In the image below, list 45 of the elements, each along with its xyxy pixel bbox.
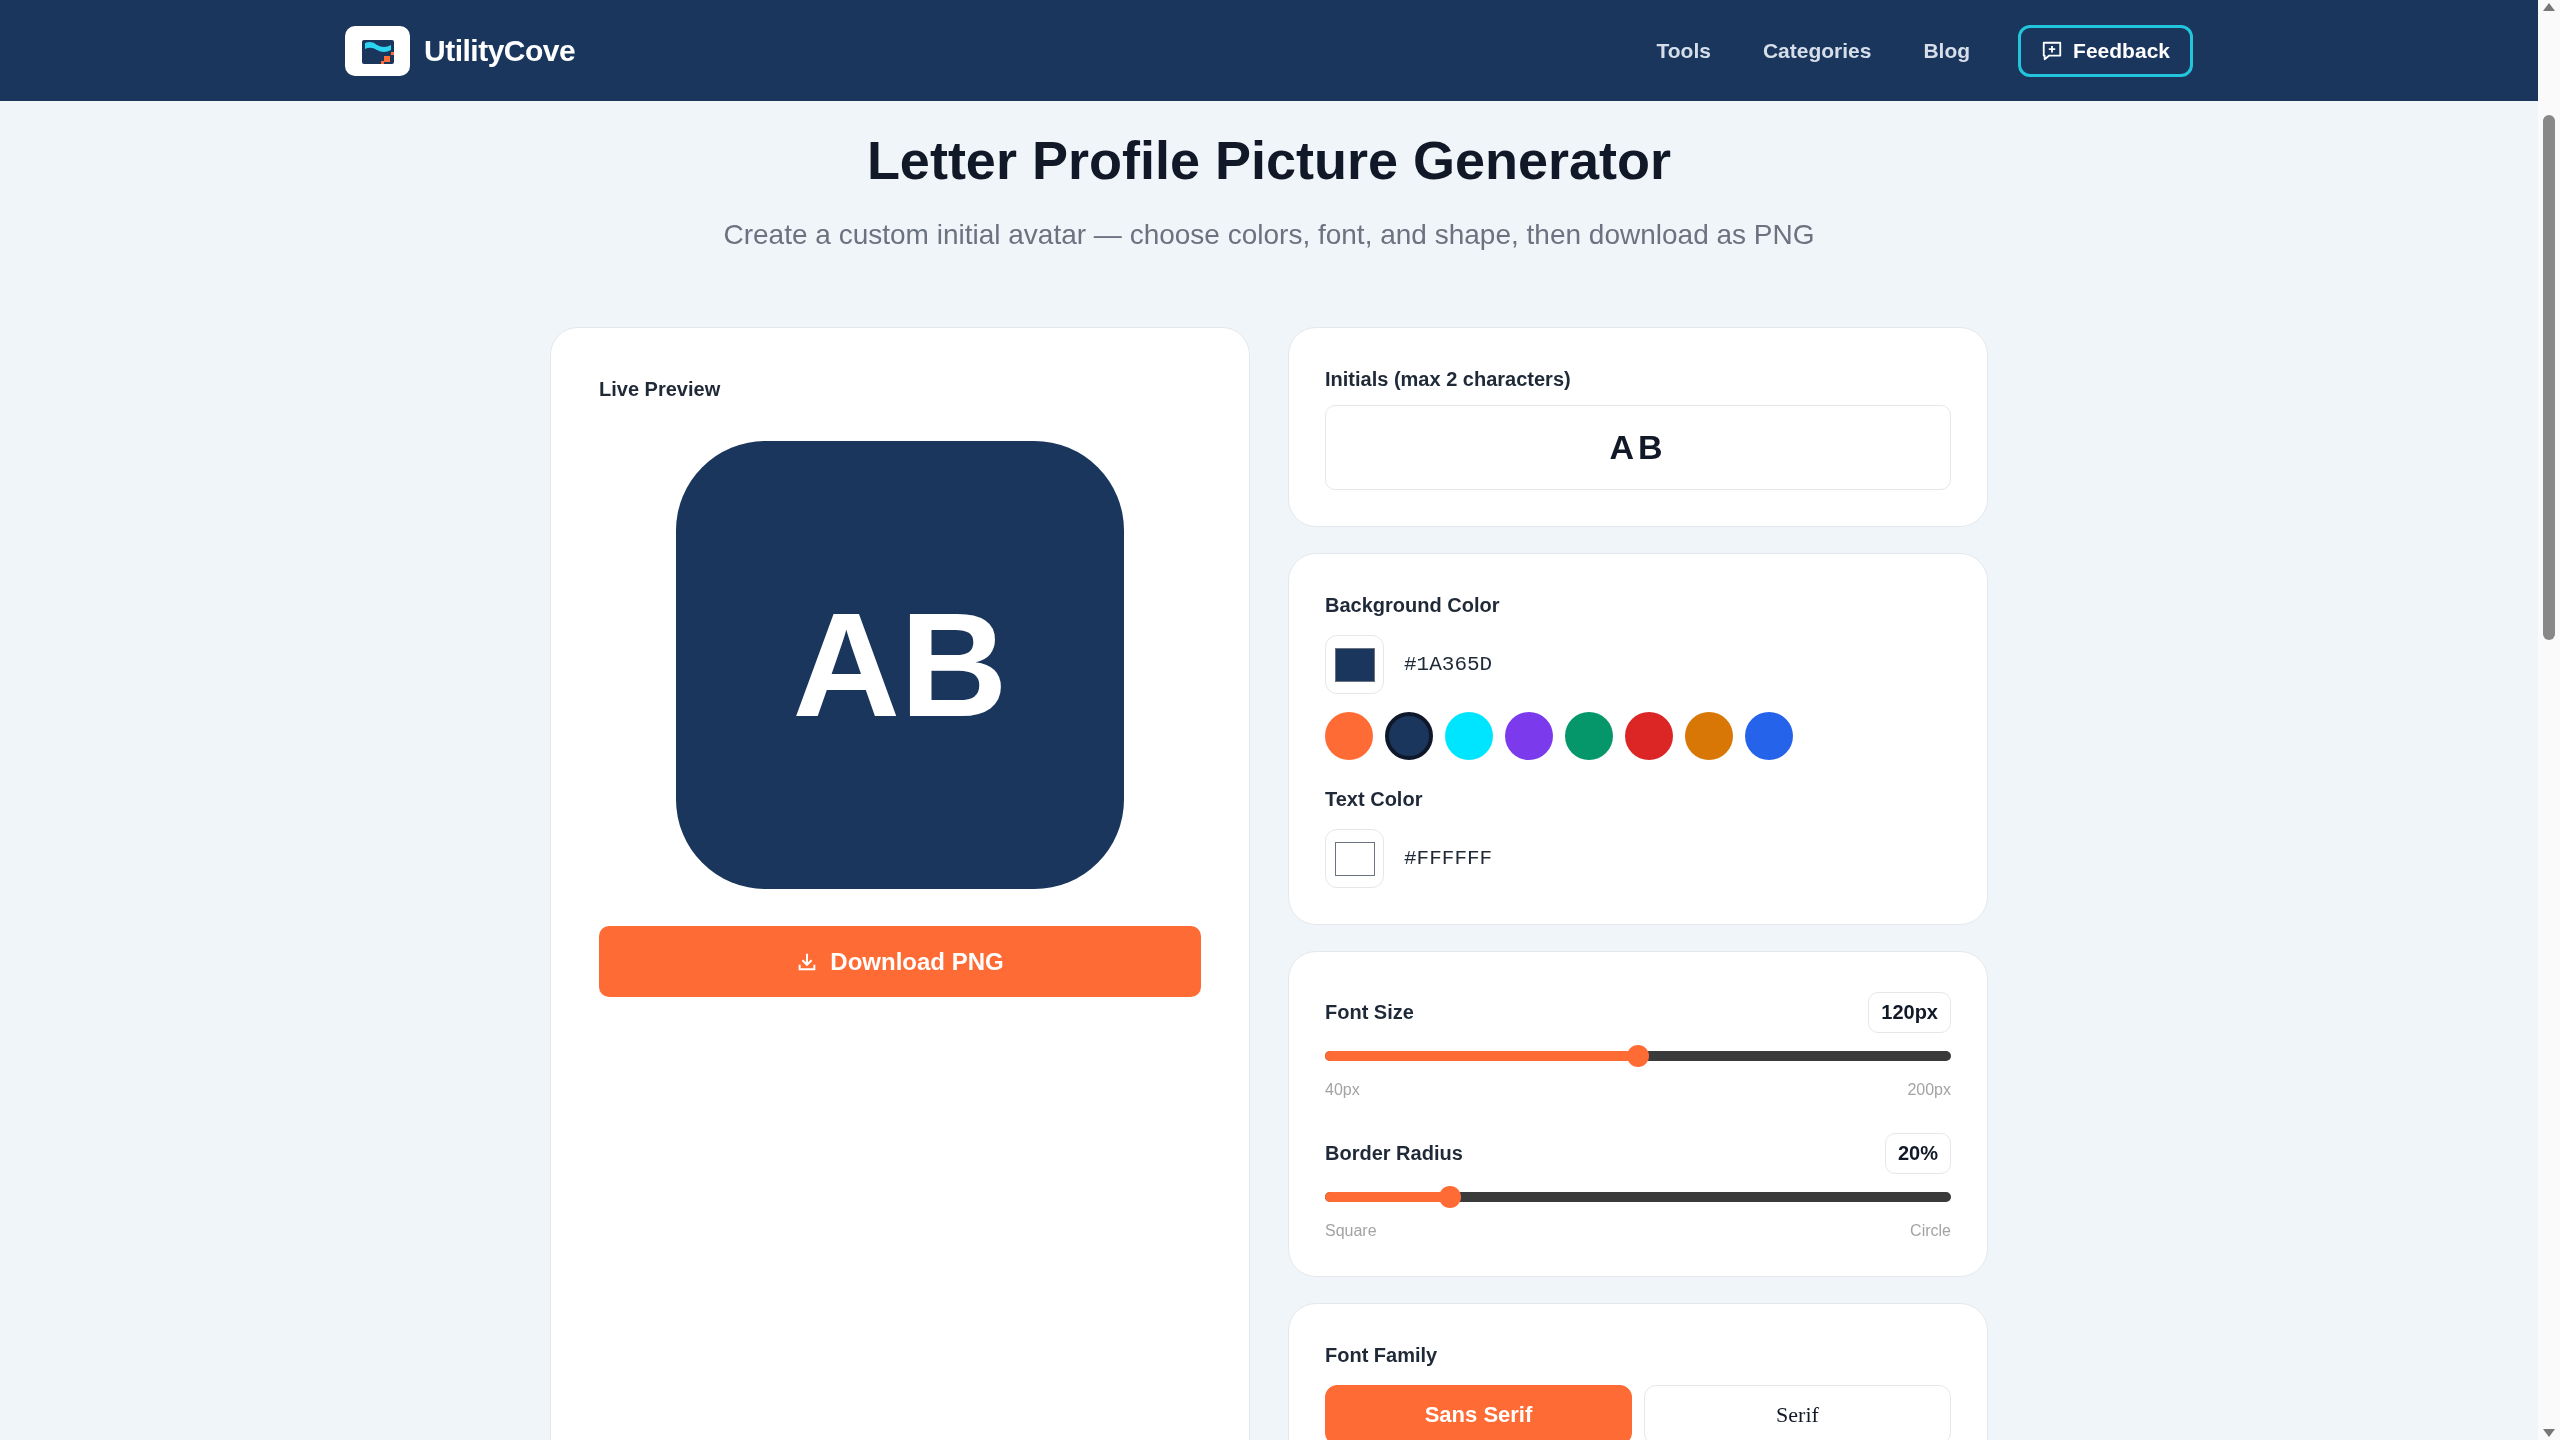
- scroll-up-icon[interactable]: [2542, 2, 2556, 12]
- avatar-preview: AB: [676, 441, 1124, 889]
- nav-link[interactable]: Categories: [1762, 38, 1872, 63]
- range-max-label: Circle: [1910, 1222, 1951, 1240]
- color-picker[interactable]: [1325, 635, 1384, 694]
- slider-label: Border Radius: [1325, 1142, 1463, 1165]
- color-swatch[interactable]: [1625, 712, 1673, 760]
- scrollbar[interactable]: [2538, 0, 2560, 1440]
- logo-icon[interactable]: [345, 25, 410, 76]
- initials-input[interactable]: AB: [1325, 405, 1951, 490]
- nav-link[interactable]: Tools: [1656, 38, 1711, 63]
- range-max-label: 200px: [1907, 1081, 1951, 1099]
- value-badge: 20%: [1884, 1133, 1951, 1174]
- slider-thumb[interactable]: [1439, 1186, 1462, 1208]
- nav-link[interactable]: Blog: [1923, 38, 1971, 63]
- range-min-label: 40px: [1325, 1081, 1360, 1099]
- feedback-button[interactable]: Feedback: [2018, 24, 2193, 77]
- color-swatch[interactable]: [1445, 712, 1493, 760]
- color-swatch[interactable]: [1385, 712, 1433, 760]
- comment-plus-icon: [2041, 39, 2064, 62]
- page-subtitle: Create a custom initial avatar — choose colors, font, and shape, then download as PNG: [722, 219, 1816, 251]
- slider-track[interactable]: [1325, 1186, 1951, 1208]
- slider-label: Font Size: [1325, 1001, 1414, 1024]
- field-label: Initials (max 2 characters): [1325, 368, 1572, 391]
- field-label: Font Family: [1325, 1344, 1439, 1367]
- preview-label: Live Preview: [599, 378, 722, 401]
- color-swatch[interactable]: [1565, 712, 1613, 760]
- font-option[interactable]: Serif: [1644, 1385, 1951, 1440]
- color-swatch[interactable]: [1505, 712, 1553, 760]
- field-label: Text Color: [1325, 788, 1424, 811]
- logo-text[interactable]: UtilityCove: [424, 33, 576, 68]
- slider-thumb[interactable]: [1627, 1045, 1649, 1067]
- page-title: Letter Profile Picture Generator: [865, 129, 1673, 191]
- color-swatch[interactable]: [1745, 712, 1793, 760]
- field-label: Background Color: [1325, 594, 1501, 617]
- value-badge: 120px: [1868, 992, 1951, 1033]
- color-swatch[interactable]: [1685, 712, 1733, 760]
- color-picker[interactable]: [1325, 829, 1384, 888]
- hex-value: #1A365D: [1404, 653, 1493, 676]
- range-min-label: Square: [1325, 1222, 1377, 1240]
- slider-track[interactable]: [1325, 1045, 1951, 1067]
- color-swatch[interactable]: [1325, 712, 1373, 760]
- hex-value: #FFFFFF: [1404, 847, 1493, 870]
- scrollbar-thumb[interactable]: [2543, 115, 2555, 640]
- scroll-down-icon[interactable]: [2542, 1428, 2556, 1438]
